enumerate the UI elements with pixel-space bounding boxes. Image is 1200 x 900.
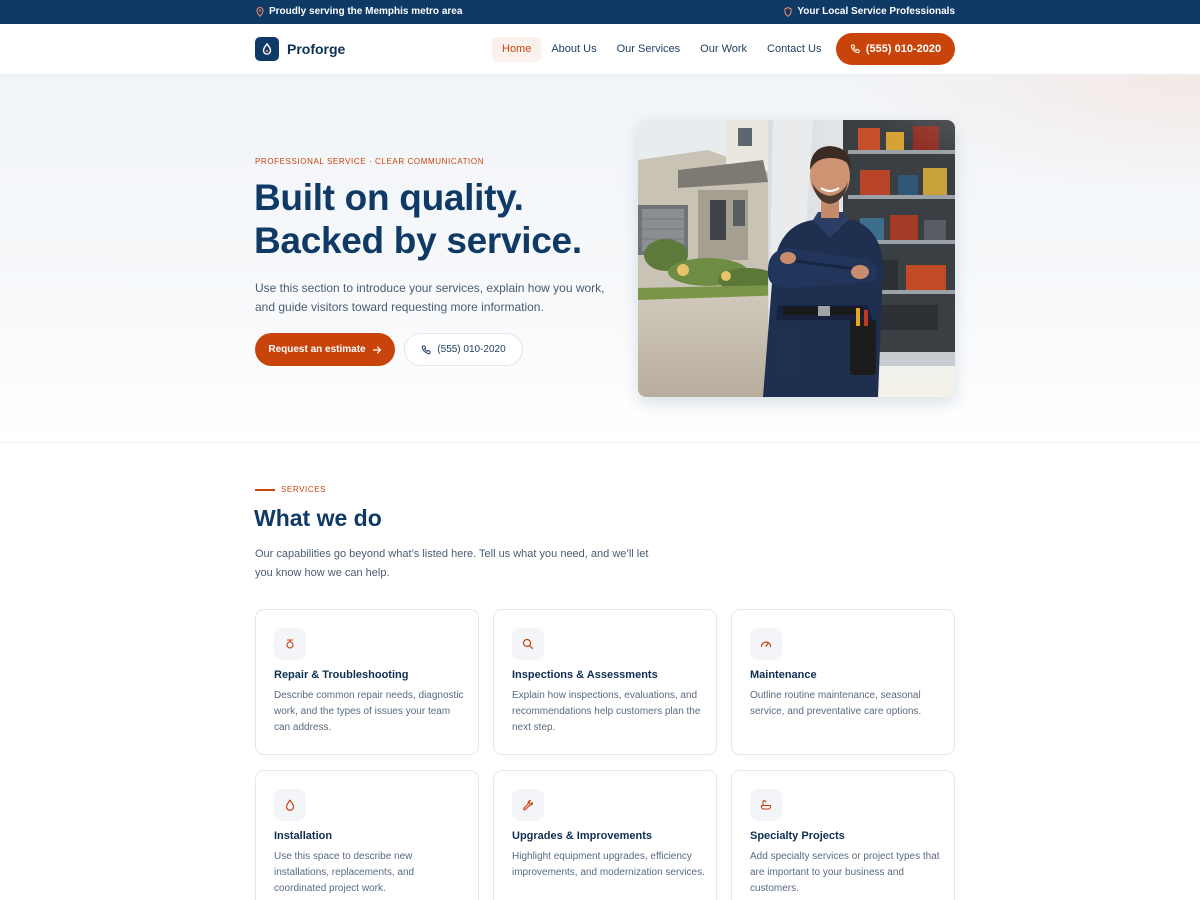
services-eyebrow-text: SERVICES bbox=[281, 485, 327, 494]
site-header: Proforge Home About Us Our Services Our … bbox=[0, 24, 1200, 75]
service-card-text: Highlight equipment upgrades, efficiency… bbox=[512, 851, 705, 878]
service-card-title: Installation bbox=[274, 830, 333, 842]
services-description: Our capabilities go beyond what’s listed… bbox=[255, 548, 649, 579]
services-eyebrow: SERVICES bbox=[255, 485, 326, 494]
technician-photo bbox=[638, 120, 955, 397]
hero-phone-button[interactable]: (555) 010-2020 bbox=[404, 333, 523, 366]
service-card-text: Add specialty services or project types … bbox=[750, 851, 940, 894]
gauge-icon bbox=[750, 628, 782, 660]
top-bar: Proudly serving the Memphis metro area Y… bbox=[0, 0, 1200, 24]
header-phone-button[interactable]: (555) 010-2020 bbox=[836, 33, 955, 65]
nav-our-services[interactable]: Our Services bbox=[607, 37, 691, 62]
request-estimate-button[interactable]: Request an estimate bbox=[255, 333, 395, 366]
hero-description: Use this section to introduce your servi… bbox=[255, 281, 605, 314]
bathtub-icon bbox=[750, 789, 782, 821]
hero-title-line-1: Built on quality. bbox=[254, 177, 524, 218]
service-card-text: Describe common repair needs, diagnostic… bbox=[274, 690, 464, 733]
request-estimate-label: Request an estimate bbox=[268, 344, 366, 355]
hero-section: PROFESSIONAL SERVICE · CLEAR COMMUNICATI… bbox=[0, 75, 1200, 443]
hero-eyebrow: PROFESSIONAL SERVICE · CLEAR COMMUNICATI… bbox=[255, 157, 485, 166]
brand-logo[interactable]: Proforge bbox=[255, 37, 345, 61]
shield-icon bbox=[784, 6, 792, 17]
service-card-installation[interactable]: Installation Use this space to describe … bbox=[255, 770, 479, 900]
wrench-icon bbox=[512, 789, 544, 821]
service-card-repair[interactable]: Repair & Troubleshooting Describe common… bbox=[255, 609, 479, 755]
service-card-text: Outline routine maintenance, seasonal se… bbox=[750, 690, 922, 717]
service-area-note: Proudly serving the Memphis metro area bbox=[256, 6, 462, 17]
service-card-title: Inspections & Assessments bbox=[512, 669, 658, 681]
nav-about-us[interactable]: About Us bbox=[541, 37, 606, 62]
nav-our-work[interactable]: Our Work bbox=[690, 37, 757, 62]
hero-title: Built on quality. Backed by service. bbox=[254, 176, 582, 262]
hero-phone-label: (555) 010-2020 bbox=[437, 344, 506, 355]
main-nav: Home About Us Our Services Our Work Cont… bbox=[492, 37, 831, 62]
nav-contact-us[interactable]: Contact Us bbox=[757, 37, 831, 62]
service-card-text: Explain how inspections, evaluations, an… bbox=[512, 690, 701, 733]
service-card-title: Specialty Projects bbox=[750, 830, 845, 842]
phone-icon bbox=[422, 345, 431, 354]
eyebrow-dash bbox=[255, 488, 275, 491]
service-card-specialty[interactable]: Specialty Projects Add specialty service… bbox=[731, 770, 955, 900]
service-area-text: Proudly serving the Memphis metro area bbox=[269, 6, 463, 17]
service-card-title: Upgrades & Improvements bbox=[512, 830, 652, 842]
service-card-title: Repair & Troubleshooting bbox=[274, 669, 409, 681]
brand-name: Proforge bbox=[287, 41, 346, 57]
location-pin-icon bbox=[256, 6, 264, 17]
droplet-logo-icon bbox=[255, 37, 279, 61]
tagline: Your Local Service Professionals bbox=[784, 6, 955, 17]
service-card-maintenance[interactable]: Maintenance Outline routine maintenance,… bbox=[731, 609, 955, 755]
service-card-title: Maintenance bbox=[750, 669, 817, 681]
tagline-text: Your Local Service Professionals bbox=[797, 6, 955, 17]
hero-title-line-2: Backed by service. bbox=[254, 220, 582, 261]
thermometer-icon bbox=[274, 628, 306, 660]
service-card-upgrades[interactable]: Upgrades & Improvements Highlight equipm… bbox=[493, 770, 717, 900]
header-phone-label: (555) 010-2020 bbox=[865, 43, 942, 55]
arrow-right-icon bbox=[372, 345, 381, 354]
droplet-icon bbox=[274, 789, 306, 821]
search-icon bbox=[512, 628, 544, 660]
nav-home[interactable]: Home bbox=[492, 37, 542, 62]
service-card-text: Use this space to describe new installat… bbox=[274, 851, 415, 894]
services-title: What we do bbox=[254, 505, 382, 531]
phone-icon bbox=[850, 44, 860, 54]
service-card-inspections[interactable]: Inspections & Assessments Explain how in… bbox=[493, 609, 717, 755]
